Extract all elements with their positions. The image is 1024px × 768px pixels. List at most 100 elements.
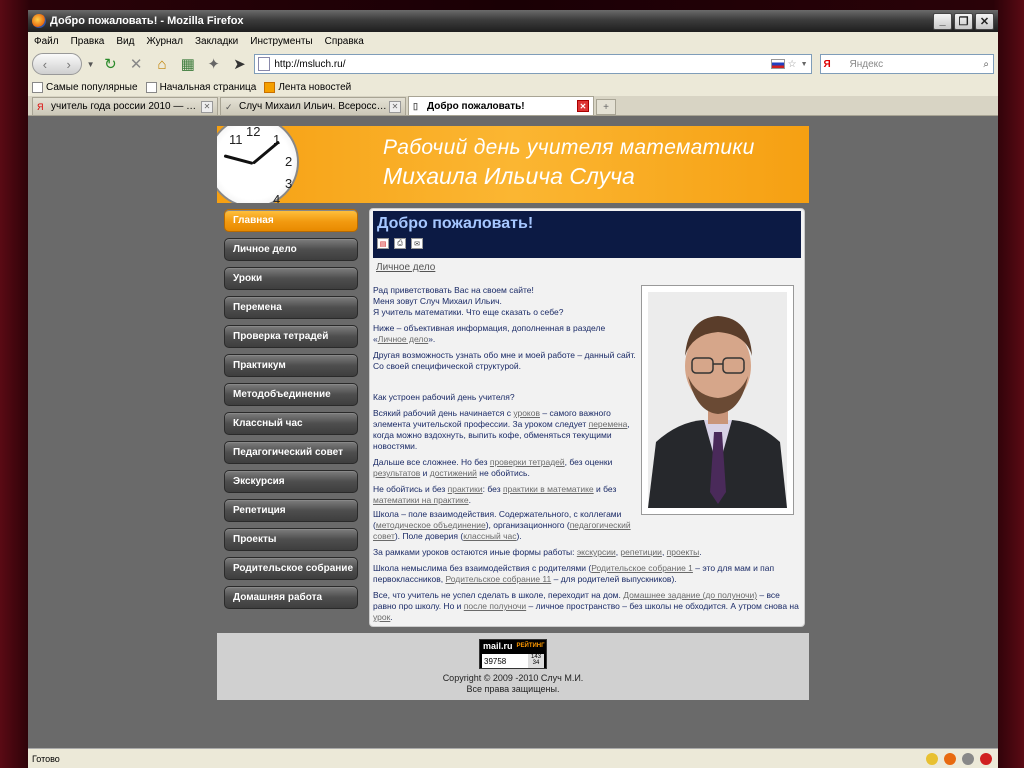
bookmark-home[interactable]: Начальная страница: [145, 81, 256, 93]
page-content: 12 1 2 3 4 11 Рабочий день учителя матем…: [28, 116, 998, 748]
bookmark-news[interactable]: Лента новостей: [264, 81, 351, 93]
new-tab-button[interactable]: +: [596, 99, 616, 115]
tab-welcome[interactable]: ▯ Добро пожаловать! ✕: [408, 96, 594, 115]
menu-item-homework[interactable]: Домашняя работа: [224, 586, 358, 609]
menu-item-practicum[interactable]: Практикум: [224, 354, 358, 377]
link-after-midnight[interactable]: после полуночи: [464, 601, 526, 611]
bookmark-icon: [145, 81, 157, 93]
tab-close-icon[interactable]: ✕: [201, 100, 213, 113]
link-class-hour[interactable]: классный час: [463, 531, 516, 541]
bookmark-popular[interactable]: Самые популярные: [32, 81, 138, 93]
home-icon[interactable]: ⌂: [151, 53, 173, 75]
tab-close-icon[interactable]: ✕: [389, 100, 401, 113]
menu-bookmarks[interactable]: Закладки: [189, 36, 244, 47]
menu-item-excursion[interactable]: Экскурсия: [224, 470, 358, 493]
forward-icon[interactable]: ›: [67, 57, 71, 72]
link-methods[interactable]: методическое объединение: [376, 520, 486, 530]
breadcrumb[interactable]: Личное дело: [376, 262, 804, 276]
menu-item-projects[interactable]: Проекты: [224, 528, 358, 551]
menu-item-methods[interactable]: Методобъединение: [224, 383, 358, 406]
minimize-button[interactable]: _: [933, 12, 952, 30]
menu-item-parents[interactable]: Родительское собрание: [224, 557, 358, 580]
mailru-counter[interactable]: mail.ru РЕЙТИНГ 39758 143 34: [479, 639, 547, 669]
menu-item-notebooks[interactable]: Проверка тетрадей: [224, 325, 358, 348]
link-break[interactable]: перемена: [589, 419, 628, 429]
tab-sluch[interactable]: ✓Случ Михаил Ильич. Всероссийский ...✕: [220, 97, 406, 115]
menu-item-main[interactable]: Главная: [224, 209, 358, 232]
bookmark-icon: [32, 81, 43, 93]
close-button[interactable]: ✕: [975, 12, 994, 30]
firefox-status-icon[interactable]: [944, 752, 956, 765]
menu-item-class-hour[interactable]: Классный час: [224, 412, 358, 435]
tab-bar: Яучитель года россии 2010 — Яндекс...✕ ✓…: [28, 96, 998, 116]
menu-help[interactable]: Справка: [319, 36, 370, 47]
link-achievements[interactable]: достижений: [430, 468, 477, 478]
menu-bar: Файл Правка Вид Журнал Закладки Инструме…: [28, 32, 998, 50]
link-homework[interactable]: Домашнее задание (до полуночи): [623, 590, 757, 600]
link-projects[interactable]: проекты: [667, 547, 700, 557]
link-math-practice[interactable]: математики на практике: [373, 495, 469, 505]
link-lessons[interactable]: уроков: [513, 408, 540, 418]
counter-tag: РЕЙТИНГ: [516, 643, 545, 649]
link-lesson[interactable]: урок: [373, 612, 390, 622]
link-parents-1[interactable]: Родительское собрание 1: [591, 563, 693, 573]
header-title-line2: Михаила Ильича Случа: [383, 163, 635, 189]
menu-item-break[interactable]: Перемена: [224, 296, 358, 319]
back-forward-buttons[interactable]: ‹ ›: [32, 53, 82, 75]
header-title-line1: Рабочий день учителя математики: [383, 136, 755, 159]
search-input[interactable]: Яндекс: [850, 59, 984, 70]
link-rehearsals[interactable]: репетиции: [620, 547, 662, 557]
url-dropdown-icon[interactable]: ▼: [801, 61, 808, 68]
page-icon: ▯: [413, 101, 418, 111]
clock-image: 12 1 2 3 4 11: [217, 126, 299, 203]
rss-icon: [264, 81, 276, 93]
stop-icon[interactable]: ✕: [125, 53, 147, 75]
smiley-icon[interactable]: [926, 752, 938, 765]
menu-item-rehearsal[interactable]: Репетиция: [224, 499, 358, 522]
puzzle-icon[interactable]: ✦: [203, 53, 225, 75]
grid-icon[interactable]: ▦: [177, 53, 199, 75]
url-text[interactable]: http://msluch.ru/: [274, 59, 770, 70]
title-bar: Добро пожаловать! - Mozilla Firefox _ ❐ …: [28, 10, 998, 32]
menu-item-personal[interactable]: Личное дело: [224, 238, 358, 261]
link-personal[interactable]: Личное дело: [378, 334, 428, 344]
adblock-icon[interactable]: [980, 752, 992, 765]
tab-close-icon[interactable]: ✕: [577, 100, 589, 112]
back-icon[interactable]: ‹: [43, 57, 47, 72]
cursor-icon[interactable]: ➤: [229, 53, 251, 75]
pdf-icon[interactable]: ▤: [377, 238, 389, 249]
status-bar: Готово: [28, 748, 998, 768]
link-results[interactable]: результатов: [373, 468, 420, 478]
menu-view[interactable]: Вид: [110, 36, 140, 47]
page-title: Добро пожаловать!: [377, 215, 534, 232]
star-icon[interactable]: ☆: [788, 59, 797, 70]
menu-tools[interactable]: Инструменты: [244, 36, 318, 47]
addon-icon[interactable]: [962, 752, 974, 765]
maximize-button[interactable]: ❐: [954, 12, 973, 30]
flag-icon: [770, 59, 785, 69]
menu-file[interactable]: Файл: [28, 36, 65, 47]
firefox-icon: [32, 14, 46, 28]
tab-yandex[interactable]: Яучитель года россии 2010 — Яндекс...✕: [32, 97, 218, 115]
window-title: Добро пожаловать! - Mozilla Firefox: [50, 15, 244, 27]
link-notebooks[interactable]: проверки тетрадей: [490, 457, 565, 467]
dropdown-icon[interactable]: ▼: [86, 53, 96, 75]
reload-icon[interactable]: ↻: [99, 53, 121, 75]
link-practice[interactable]: практики: [448, 484, 483, 494]
menu-edit[interactable]: Правка: [65, 36, 111, 47]
article-header: Добро пожаловать! ▤ ⎙ ✉: [373, 211, 801, 258]
portrait-image: [648, 292, 787, 508]
print-icon[interactable]: ⎙: [394, 238, 406, 249]
link-excursions[interactable]: экскурсии: [577, 547, 616, 557]
copyright: Copyright © 2009 -2010 Случ М.И. Все прав…: [442, 673, 584, 694]
search-box[interactable]: Я Яндекс ⌕: [819, 54, 995, 74]
link-parents-11[interactable]: Родительское собрание 11: [445, 574, 551, 584]
menu-item-council[interactable]: Педагогический совет: [224, 441, 358, 464]
menu-history[interactable]: Журнал: [140, 36, 189, 47]
link-practice-math[interactable]: практики в математике: [503, 484, 594, 494]
menu-item-lessons[interactable]: Уроки: [224, 267, 358, 290]
search-icon[interactable]: ⌕: [983, 59, 989, 70]
yandex-logo[interactable]: Я: [824, 59, 846, 70]
email-icon[interactable]: ✉: [411, 238, 423, 249]
url-bar[interactable]: http://msluch.ru/ ☆ ▼: [254, 54, 812, 74]
